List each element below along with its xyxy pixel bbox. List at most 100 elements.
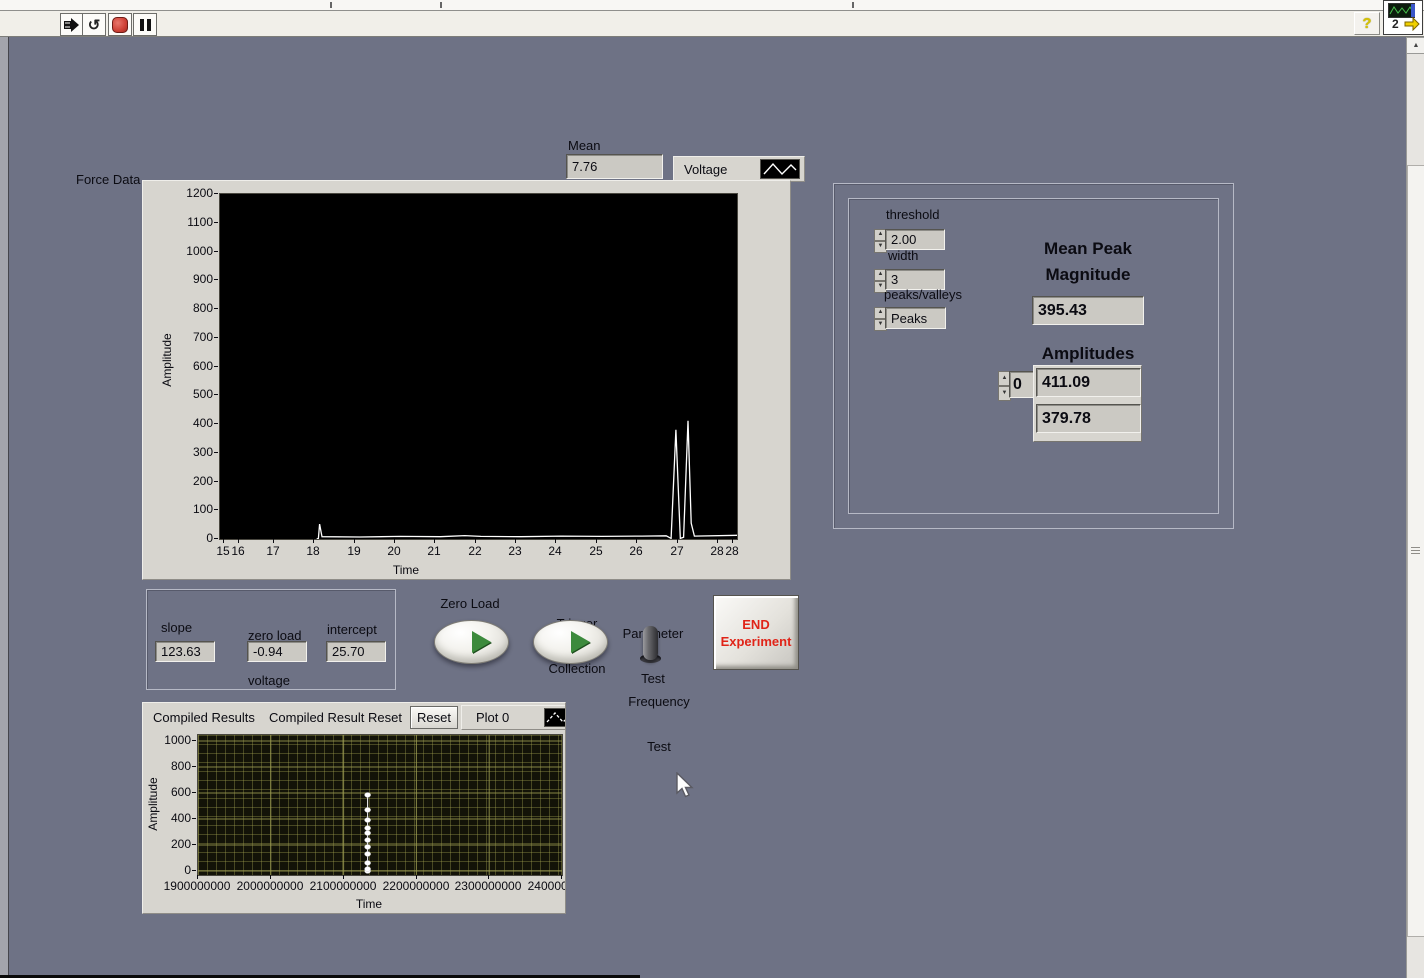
axis-tick-mark [214,279,218,280]
grip-line [1411,547,1420,548]
force-ytick-label: 0 [169,531,213,545]
abort-button[interactable] [108,13,132,36]
axis-tick-mark [214,481,218,482]
amplitudes-index-spinner[interactable]: ▲ ▼ [998,371,1009,401]
test-mode-toggle[interactable] [643,626,658,660]
vi-count: 2 [1392,17,1399,31]
force-ytick-label: 1000 [169,244,213,258]
play-arrow-icon [472,631,491,653]
threshold-input[interactable]: 2.00 [885,229,945,250]
peaks-valleys-select[interactable]: Peaks [885,307,946,329]
axis-tick-mark [313,539,314,543]
vi-run-cursor-icon [1404,16,1420,31]
compiled-xtick-label: 2100000000 [301,879,385,893]
reset-button[interactable]: Reset [410,706,458,729]
force-xtick-label: 22 [460,544,490,558]
force-ytick-label: 800 [169,301,213,315]
axis-tick-mark [214,251,218,252]
force-xtick-label: 21 [419,544,449,558]
continuous-run-button[interactable]: ↺ [82,13,106,36]
axis-tick-mark [488,875,489,879]
axis-tick-mark [192,766,196,767]
run-button[interactable] [60,13,84,36]
axis-tick-mark [192,740,196,741]
running-vi-badge[interactable]: 2 [1383,0,1423,35]
peaks-valleys-spinner[interactable]: ▲ ▼ [874,307,885,331]
force-ytick-label: 1200 [169,186,213,200]
legend-plot-name: Plot 0 [476,710,509,725]
axis-tick-mark [561,875,562,879]
axis-tick-mark [732,539,733,543]
scrollbar-up-button[interactable]: ▲ [1406,37,1424,54]
axis-tick-mark [475,539,476,543]
axis-tick-mark [192,844,196,845]
axis-tick-mark [192,818,196,819]
axis-tick-mark [394,539,395,543]
amplitude-value-1: 379.78 [1036,404,1141,433]
grip-line [1411,553,1420,554]
mean-peak-title: Mean Peak Magnitude [1023,236,1153,288]
axis-tick-mark [214,308,218,309]
chevron-up-icon: ▲ [1413,42,1420,49]
end-experiment-button[interactable]: END Experiment [713,595,799,670]
force-ytick-label: 700 [169,330,213,344]
force-xtick-label: 26 [621,544,651,558]
axis-tick-mark [416,875,417,879]
axis-tick-mark [223,539,224,543]
axis-tick-mark [515,539,516,543]
axis-tick-mark [717,539,718,543]
compiled-ytick-label: 0 [147,863,191,877]
zero-load-button[interactable] [434,620,509,664]
axis-tick-mark [214,538,218,539]
axis-tick-mark [214,337,218,338]
compiled-plot-area [197,734,563,876]
force-chart-frame: Time Amplitude 1200110010009008007006005… [142,180,791,580]
force-xtick-label: 17 [258,544,288,558]
intercept-label: intercept [327,622,377,637]
menu-bar[interactable] [0,0,1424,11]
force-xtick-label: 24 [540,544,570,558]
abort-icon [112,17,128,33]
axis-tick-mark [214,193,218,194]
context-help-button[interactable]: ? [1354,12,1380,35]
compiled-chart-frame: Compiled Results Compiled Result Reset R… [142,702,566,914]
axis-tick-mark [596,539,597,543]
toolbar: ↺ [0,11,1424,37]
force-ytick-label: 1100 [169,215,213,229]
force-ytick-label: 200 [169,474,213,488]
force-plot-legend[interactable]: Voltage [673,156,805,182]
axis-tick-mark [270,875,271,879]
force-chart-label: Force Data [76,172,140,187]
compiled-results-label: Compiled Results [153,710,255,725]
amplitudes-array-frame: 411.09 379.78 [1033,365,1142,442]
axis-tick-mark [434,539,435,543]
axis-tick-mark [214,394,218,395]
compiled-plot-legend[interactable]: Plot 0 [461,705,566,730]
force-xtick-label: 19 [339,544,369,558]
force-ytick-label: 900 [169,272,213,286]
scrollbar-thumb[interactable] [1407,165,1424,937]
slope-indicator: 123.63 [155,641,215,662]
intercept-indicator: 25.70 [326,641,386,662]
mouse-cursor [676,772,696,800]
force-plot-area [219,193,738,540]
amplitudes-index-input[interactable]: 0 [1009,371,1035,398]
axis-tick-mark [238,539,239,543]
force-xtick-label: 23 [500,544,530,558]
compiled-xtick-label: 2300000000 [446,879,530,893]
axis-tick-mark [273,539,274,543]
pause-button[interactable] [133,13,157,36]
slope-label: slope [161,620,192,635]
waveform-glyph-icon [544,708,566,727]
threshold-spinner[interactable]: ▲ ▼ [874,229,885,253]
amplitude-value-0: 411.09 [1036,368,1141,397]
threshold-label: threshold [886,207,939,222]
axis-tick-mark [354,539,355,543]
trigger-collection-button[interactable] [533,620,608,664]
force-xtick-label: 18 [298,544,328,558]
mean-label: Mean [568,138,601,153]
axis-tick-mark [192,792,196,793]
compiled-y-axis-label: Amplitude [146,764,160,844]
force-ytick-label: 300 [169,445,213,459]
compiled-xtick-label: 2000000000 [228,879,312,893]
